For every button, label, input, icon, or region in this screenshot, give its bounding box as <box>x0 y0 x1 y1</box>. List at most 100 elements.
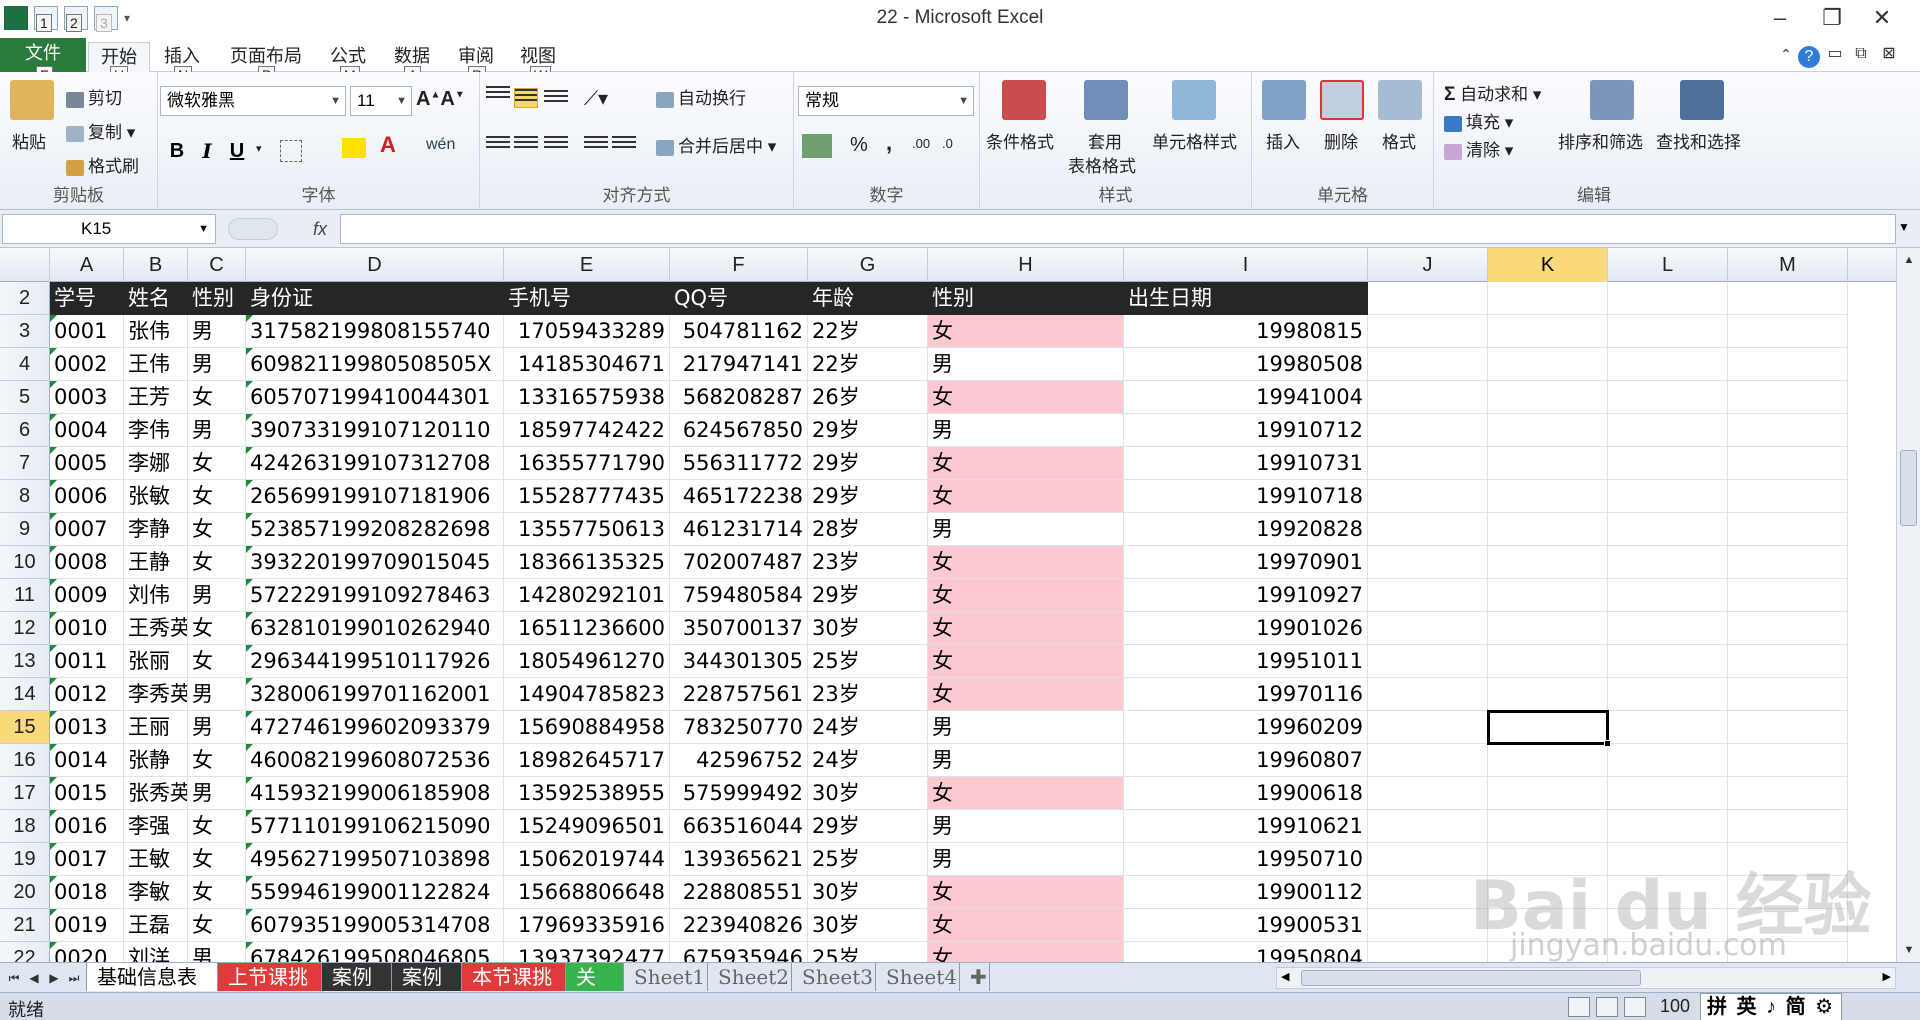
cell-A6[interactable]: 0004 <box>50 414 124 447</box>
cell-A19[interactable]: 0017 <box>50 843 124 876</box>
cell-B11[interactable]: 刘伟 <box>124 579 188 612</box>
cell-F10[interactable]: 702007487 <box>670 546 808 579</box>
cell-D13[interactable]: 296344199510117926 <box>246 645 504 678</box>
cell-E22[interactable]: 13937392477 <box>504 942 670 962</box>
cell-L5[interactable] <box>1608 381 1728 414</box>
cell-C6[interactable]: 男 <box>188 414 246 447</box>
cell-H13[interactable]: 女 <box>928 645 1124 678</box>
cell-E19[interactable]: 15062019744 <box>504 843 670 876</box>
cell-G11[interactable]: 29岁 <box>808 579 928 612</box>
row-header-11[interactable]: 11 <box>0 579 50 612</box>
cell-F16[interactable]: 42596752 <box>670 744 808 777</box>
cell-M14[interactable] <box>1728 678 1848 711</box>
cell-B5[interactable]: 王芳 <box>124 381 188 414</box>
find-select-button[interactable]: 查找和选择 <box>1656 128 1741 153</box>
cell-A8[interactable]: 0006 <box>50 480 124 513</box>
cell-E20[interactable]: 15668806648 <box>504 876 670 909</box>
cell-L21[interactable] <box>1608 909 1728 942</box>
cell-G8[interactable]: 29岁 <box>808 480 928 513</box>
fill-color-icon[interactable] <box>342 138 366 158</box>
cell-A20[interactable]: 0018 <box>50 876 124 909</box>
cell-D17[interactable]: 415932199006185908 <box>246 777 504 810</box>
cell-A11[interactable]: 0009 <box>50 579 124 612</box>
column-header-I[interactable]: I <box>1124 248 1368 282</box>
cell-I17[interactable]: 19900618 <box>1124 777 1368 810</box>
italic-button[interactable]: I <box>194 136 220 166</box>
column-header-E[interactable]: E <box>504 248 670 282</box>
cell-G4[interactable]: 22岁 <box>808 348 928 381</box>
cell-I11[interactable]: 19910927 <box>1124 579 1368 612</box>
cell-D12[interactable]: 632810199010262940 <box>246 612 504 645</box>
cell-L19[interactable] <box>1608 843 1728 876</box>
row-header-13[interactable]: 13 <box>0 645 50 678</box>
paste-icon[interactable] <box>10 80 54 120</box>
cell-F19[interactable]: 139365621 <box>670 843 808 876</box>
sheet-tab-3[interactable]: 案例2 <box>392 963 462 1017</box>
cell-J3[interactable] <box>1368 315 1488 348</box>
cell-E9[interactable]: 13557750613 <box>504 513 670 546</box>
cell-K21[interactable] <box>1488 909 1608 942</box>
cell-E7[interactable]: 16355771790 <box>504 447 670 480</box>
cell-A15[interactable]: 0013 <box>50 711 124 744</box>
cell-M22[interactable] <box>1728 942 1848 962</box>
cell-A14[interactable]: 0012 <box>50 678 124 711</box>
cell-I5[interactable]: 19941004 <box>1124 381 1368 414</box>
workbook-close-icon[interactable]: ⊠ <box>1876 40 1902 68</box>
cell-J17[interactable] <box>1368 777 1488 810</box>
cell-C14[interactable]: 男 <box>188 678 246 711</box>
cell-D19[interactable]: 495627199507103898 <box>246 843 504 876</box>
cell-F21[interactable]: 223940826 <box>670 909 808 942</box>
conditional-format-icon[interactable] <box>1002 80 1046 120</box>
cell-K12[interactable] <box>1488 612 1608 645</box>
cell-M19[interactable] <box>1728 843 1848 876</box>
sheet-tab-1[interactable]: 上节课挑战 <box>218 963 322 1017</box>
cell-A13[interactable]: 0011 <box>50 645 124 678</box>
cell-H16[interactable]: 男 <box>928 744 1124 777</box>
cell-K10[interactable] <box>1488 546 1608 579</box>
column-header-J[interactable]: J <box>1368 248 1488 282</box>
cell-L14[interactable] <box>1608 678 1728 711</box>
cell-I7[interactable]: 19910731 <box>1124 447 1368 480</box>
cell-E10[interactable]: 18366135325 <box>504 546 670 579</box>
row-header-9[interactable]: 9 <box>0 513 50 546</box>
cell-J19[interactable] <box>1368 843 1488 876</box>
cell-C16[interactable]: 女 <box>188 744 246 777</box>
cell-J15[interactable] <box>1368 711 1488 744</box>
cell-B13[interactable]: 张丽 <box>124 645 188 678</box>
cell-F12[interactable]: 350700137 <box>670 612 808 645</box>
cell-I12[interactable]: 19901026 <box>1124 612 1368 645</box>
cell-M16[interactable] <box>1728 744 1848 777</box>
cell-F22[interactable]: 675935946 <box>670 942 808 962</box>
cell-F3[interactable]: 504781162 <box>670 315 808 348</box>
column-header-A[interactable]: A <box>50 248 124 282</box>
cell-F20[interactable]: 228808551 <box>670 876 808 909</box>
cell-K17[interactable] <box>1488 777 1608 810</box>
cell-C11[interactable]: 男 <box>188 579 246 612</box>
format-as-table-button[interactable]: 套用 <box>1088 128 1122 153</box>
cell-H17[interactable]: 女 <box>928 777 1124 810</box>
cell-M15[interactable] <box>1728 711 1848 744</box>
cell-J20[interactable] <box>1368 876 1488 909</box>
cell-A4[interactable]: 0002 <box>50 348 124 381</box>
column-header-C[interactable]: C <box>188 248 246 282</box>
cell-E16[interactable]: 18982645717 <box>504 744 670 777</box>
row-header-19[interactable]: 19 <box>0 843 50 876</box>
expand-formula-icon[interactable]: ▼ <box>1898 220 1910 234</box>
cell-A2[interactable]: 学号 <box>50 282 124 315</box>
cell-F15[interactable]: 783250770 <box>670 711 808 744</box>
column-header-B[interactable]: B <box>124 248 188 282</box>
copy-button[interactable]: 复制 ▾ <box>66 118 135 143</box>
sheet-tab-6[interactable]: Sheet1 <box>624 963 708 991</box>
cell-A16[interactable]: 0014 <box>50 744 124 777</box>
cell-B15[interactable]: 王丽 <box>124 711 188 744</box>
cell-L4[interactable] <box>1608 348 1728 381</box>
worksheet-grid[interactable]: ABCDEFGHIJKLM 2 学号 姓名 性别 身份证 手机号 QQ号 年龄 性别 出生日期 3 0… <box>0 248 1896 962</box>
row-header-2[interactable]: 2 <box>0 282 50 315</box>
cell-L2[interactable] <box>1608 282 1728 315</box>
cell-I15[interactable]: 19960209 <box>1124 711 1368 744</box>
cell-D20[interactable]: 559946199001122824 <box>246 876 504 909</box>
cell-H20[interactable]: 女 <box>928 876 1124 909</box>
cell-M13[interactable] <box>1728 645 1848 678</box>
comma-button[interactable]: , <box>886 130 892 156</box>
format-cells-button[interactable]: 格式 <box>1382 128 1416 153</box>
